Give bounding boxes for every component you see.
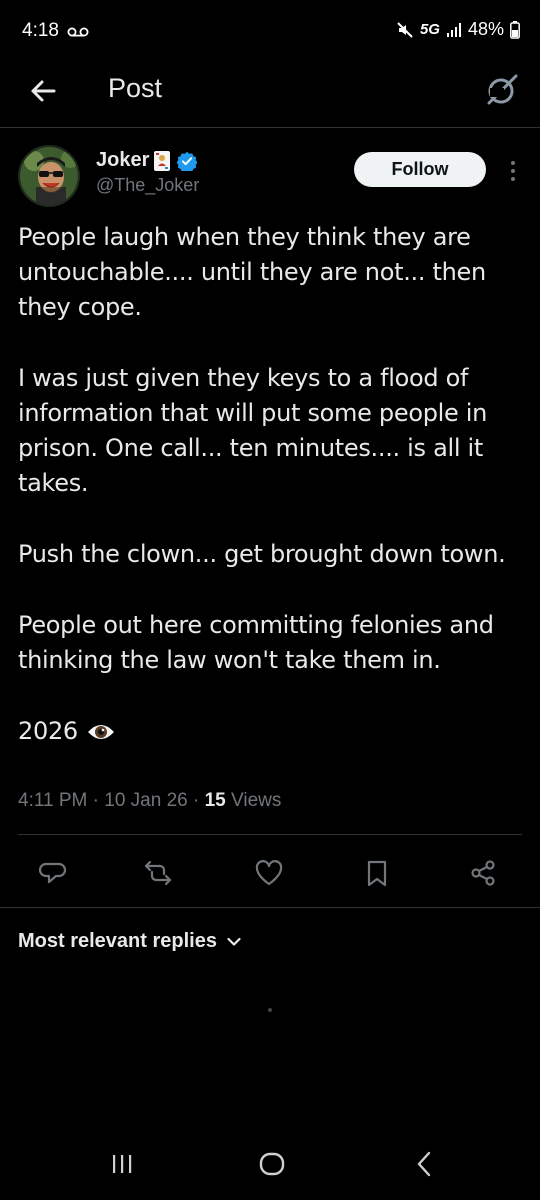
avatar[interactable] xyxy=(18,145,80,207)
back-arrow-icon xyxy=(31,80,56,102)
status-bar: 4:18 5G 48% xyxy=(0,0,540,60)
loading-indicator xyxy=(268,1008,272,1012)
more-options-icon[interactable] xyxy=(507,159,519,183)
post-paragraph: People out here committing felonies and … xyxy=(18,611,494,674)
grok-icon[interactable] xyxy=(484,72,520,108)
back-chevron-icon xyxy=(417,1151,431,1177)
voicemail-icon xyxy=(67,27,89,37)
network-label: 5G xyxy=(419,21,440,38)
share-icon[interactable] xyxy=(468,858,498,888)
post-last-line: 2026 xyxy=(18,714,523,749)
battery-icon xyxy=(510,20,520,39)
meta-separator: · xyxy=(92,790,99,811)
recent-apps-button[interactable] xyxy=(102,1144,142,1184)
page-title: Post xyxy=(108,73,163,103)
post-date: 10 Jan 26 xyxy=(104,790,188,811)
top-app-bar: Post xyxy=(0,60,540,128)
repost-icon[interactable] xyxy=(143,858,173,888)
verified-badge-icon xyxy=(177,151,198,171)
chevron-down-icon xyxy=(227,937,241,946)
divider xyxy=(0,907,540,908)
back-button[interactable] xyxy=(26,74,60,108)
post-meta: 4:11 PM · 10 Jan 26 · 15 Views xyxy=(18,790,281,812)
author-names: Joker @The_Joker xyxy=(96,149,199,196)
views-count[interactable]: 15 xyxy=(205,790,226,811)
meta-separator: · xyxy=(193,790,200,811)
home-icon xyxy=(259,1152,285,1176)
joker-card-icon xyxy=(154,150,171,171)
avatar-image xyxy=(20,147,78,205)
mute-icon xyxy=(397,21,413,38)
display-name[interactable]: Joker xyxy=(96,149,149,172)
post-text: People laugh when they think they are un… xyxy=(18,220,523,749)
post-paragraph: I was just given they keys to a flood of… xyxy=(18,364,488,497)
system-nav-bar xyxy=(0,1130,540,1200)
back-nav-button[interactable] xyxy=(404,1144,444,1184)
reply-icon[interactable] xyxy=(38,858,68,888)
eye-emoji-icon xyxy=(87,724,114,739)
author-handle[interactable]: @The_Joker xyxy=(96,175,199,196)
post-actions xyxy=(0,852,540,892)
like-icon[interactable] xyxy=(254,858,284,888)
replies-sort-dropdown[interactable]: Most relevant replies xyxy=(18,930,241,953)
battery-percent: 48% xyxy=(467,19,504,39)
replies-sort-label: Most relevant replies xyxy=(18,930,217,952)
post-paragraph: People laugh when they think they are un… xyxy=(18,223,486,321)
post-author: Joker @The_Joker Follow xyxy=(18,145,523,209)
recent-apps-icon xyxy=(113,1155,132,1173)
post-year: 2026 xyxy=(18,717,78,745)
views-label[interactable]: Views xyxy=(231,790,281,811)
divider xyxy=(18,834,522,835)
post-time: 4:11 PM xyxy=(18,790,88,811)
status-icons: 5G 48% xyxy=(396,19,520,40)
status-time: 4:18 xyxy=(22,20,59,41)
home-button[interactable] xyxy=(252,1144,292,1184)
post-paragraph: Push the clown... get brought down town. xyxy=(18,540,506,568)
bookmark-icon[interactable] xyxy=(362,858,392,888)
signal-icon xyxy=(446,22,461,37)
follow-button[interactable]: Follow xyxy=(354,152,486,187)
